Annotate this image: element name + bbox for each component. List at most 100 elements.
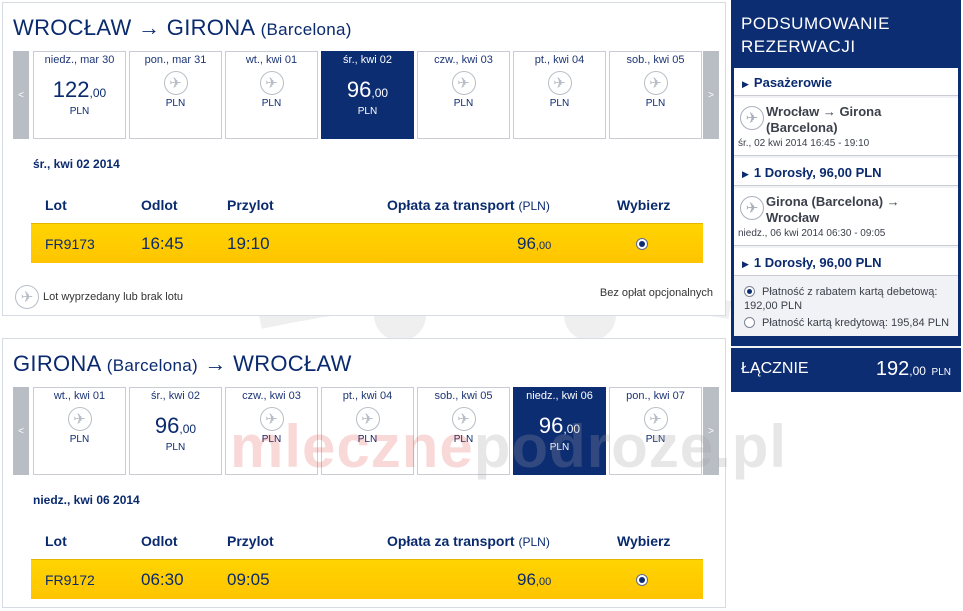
prev-dates-button[interactable]: < [13,51,29,139]
currency-label: PLN [261,98,282,109]
date-option[interactable]: czw., kwi 03 ✈ PLN [225,387,318,475]
arrow: → [138,15,161,40]
date-option[interactable]: śr., kwi 02 96,00 PLN [321,51,414,139]
date-label: sob., kwi 05 [434,390,493,402]
currency-label: PLN [549,442,570,453]
airplane-icon: ✈ [67,407,92,431]
date-option[interactable]: pt., kwi 04 ✈ PLN [513,51,606,139]
credit-radio[interactable] [744,317,755,328]
col-arrive: Przylot [227,533,274,549]
date-option[interactable]: pon., mar 31 ✈ PLN [129,51,222,139]
date-option[interactable]: sob., kwi 05 ✈ PLN [417,387,510,475]
date-option[interactable]: niedz., mar 30 122,00 PLN [33,51,126,139]
airplane-icon: ✈ [643,71,668,95]
prev-dates-button[interactable]: < [13,387,29,475]
depart-time: 16:45 [141,234,184,253]
airplane-icon: ✈ [451,71,476,95]
col-arrive: Przylot [227,197,274,213]
col-depart: Odlot [141,197,178,213]
currency-label: PLN [645,434,666,445]
date-option[interactable]: śr., kwi 02 96,00 PLN [129,387,222,475]
legend-text: Lot wyprzedany lub brak lotu [43,291,184,303]
payment-credit-option[interactable]: Płatność kartą kredytową: 195,84 PLN [744,316,952,330]
currency-label: PLN [549,98,570,109]
return-route-title: GIRONA (Barcelona) → WROCŁAW [13,351,352,377]
airplane-icon: ✈ [259,71,284,95]
date-option[interactable]: czw., kwi 03 ✈ PLN [417,51,510,139]
currency-label: PLN [165,98,186,109]
summary-content: ▶ Pasażerowie ✈ Wrocław → Girona (Barcelo… [734,68,958,336]
date-price: 96,00 [538,413,581,438]
selected-date: niedz., kwi 06 2014 [33,493,140,507]
total-label: ŁĄCZNIE [741,360,809,377]
arrive-time: 09:05 [227,570,270,589]
next-dates-button[interactable]: > [703,51,719,139]
origin-city: GIRONA [13,351,101,376]
currency-label: PLN [165,442,186,453]
date-price: 96,00 [154,413,197,438]
passenger-fare-outbound[interactable]: ▶ 1 Dorosły, 96,00 PLN [734,158,958,186]
col-select: Wybierz [617,197,671,213]
total-value: 192,00 PLN [875,358,951,380]
airplane-icon: ✈ [259,407,284,431]
date-option[interactable]: niedz., kwi 06 96,00 PLN [513,387,606,475]
summary-title: PODSUMOWANIE REZERWACJI [741,14,890,56]
triangle-right-icon: ▶ [742,259,749,269]
col-fare: Opłata za transport (PLN) [387,533,550,549]
date-label: pon., kwi 07 [626,390,685,402]
fare-price: 96,00 [517,234,552,253]
airplane-icon: ✈ [15,285,39,309]
select-flight-radio[interactable] [636,574,648,586]
col-flight: Lot [45,533,67,549]
date-label: śr., kwi 02 [343,54,392,66]
airplane-icon: ✈ [163,71,188,95]
currency-label: PLN [357,106,378,117]
date-label: wt., kwi 01 [53,390,106,402]
currency-label: PLN [69,106,90,117]
date-label: wt., kwi 01 [245,54,298,66]
payment-debit-option[interactable]: Płatność z rabatem kartą debetową: 192,0… [744,285,952,313]
outbound-panel: WROCŁAW → GIRONA (Barcelona) < niedz., m… [2,2,726,316]
date-label: śr., kwi 02 [151,390,200,402]
destination-sub: (Barcelona) [260,20,352,39]
flight-number: FR9173 [45,236,95,252]
origin-sub: (Barcelona) [106,356,198,375]
date-label: niedz., mar 30 [44,54,115,66]
flight-row[interactable]: FR9173 16:45 19:10 96,00 [31,223,703,263]
date-option[interactable]: pt., kwi 04 ✈ PLN [321,387,414,475]
date-option[interactable]: sob., kwi 05 ✈ PLN [609,51,702,139]
fare-price: 96,00 [517,570,552,589]
date-option[interactable]: wt., kwi 01 ✈ PLN [225,51,318,139]
debit-radio[interactable] [744,286,755,297]
destination-city: WROCŁAW [233,351,352,376]
selected-date: śr., kwi 02 2014 [33,157,120,171]
summary-route-outbound: ✈ Wrocław → Girona (Barcelona) śr., 02 k… [734,98,958,156]
return-date-strip: < wt., kwi 01 ✈ PLN śr., kwi 02 96,00 PLN czw.… [13,387,719,475]
airplane-icon: ✈ [547,71,572,95]
outbound-date-strip: < niedz., mar 30 122,00 PLN pon., mar 31 ✈ PL… [13,51,719,139]
date-label: pt., kwi 04 [342,390,393,402]
outbound-route-title: WROCŁAW → GIRONA (Barcelona) [13,15,352,41]
sold-out-legend: ✈ Lot wyprzedany lub brak lotu [15,285,183,309]
passengers-toggle[interactable]: ▶ Pasażerowie [734,68,958,96]
date-option[interactable]: wt., kwi 01 ✈ PLN [33,387,126,475]
col-flight: Lot [45,197,67,213]
airplane-icon: ✈ [451,407,476,431]
date-label: pt., kwi 04 [534,54,585,66]
select-flight-radio[interactable] [636,238,648,250]
airplane-icon: ✈ [740,196,764,220]
date-label: czw., kwi 03 [434,54,493,66]
col-fare: Opłata za transport (PLN) [387,197,550,213]
date-option[interactable]: pon., kwi 07 ✈ PLN [609,387,702,475]
airplane-icon: ✈ [355,407,380,431]
flight-row[interactable]: FR9172 06:30 09:05 96,00 [31,559,703,599]
currency-label: PLN [261,434,282,445]
triangle-right-icon: ▶ [742,79,749,89]
passenger-fare-return[interactable]: ▶ 1 Dorosły, 96,00 PLN [734,248,958,276]
date-label: czw., kwi 03 [242,390,301,402]
flights-table-header: Lot Odlot Przylot Opłata za transport (P… [31,197,703,219]
booking-summary: PODSUMOWANIE REZERWACJI ▶ Pasażerowie ✈ W… [731,0,961,392]
currency-label: PLN [645,98,666,109]
airplane-icon: ✈ [643,407,668,431]
next-dates-button[interactable]: > [703,387,719,475]
